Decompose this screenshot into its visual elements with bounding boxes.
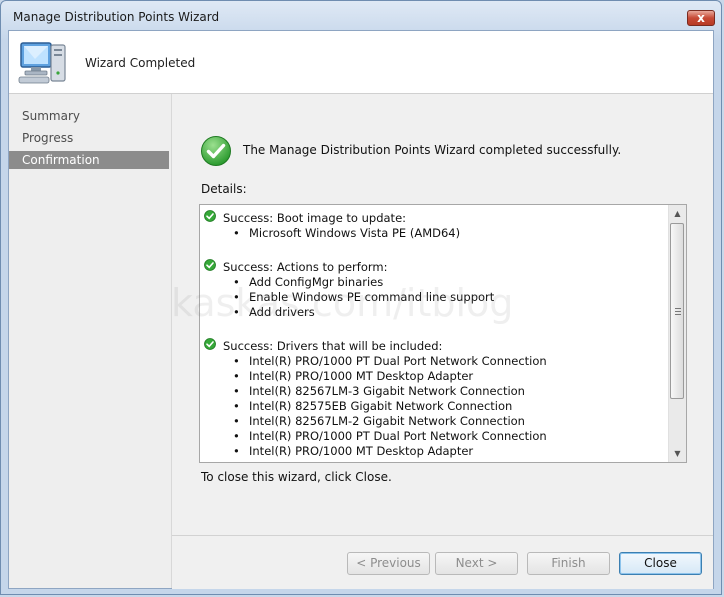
bullet: •: [233, 226, 240, 240]
wizard-client-area: Wizard Completed Summary Progress Confir…: [8, 30, 714, 589]
details-item: Intel(R) PRO/1000 MT Desktop Adapter: [249, 444, 474, 458]
title-bar: Manage Distribution Points Wizard x: [1, 1, 723, 31]
wizard-content: The Manage Distribution Points Wizard co…: [172, 94, 713, 535]
window-title: Manage Distribution Points Wizard: [13, 10, 220, 24]
grip-line: [675, 311, 681, 312]
bullet: •: [233, 275, 240, 289]
wizard-nav: Summary Progress Confirmation: [9, 94, 172, 588]
details-item: Intel(R) 82567LM-3 Gigabit Network Conne…: [249, 384, 525, 398]
details-content: Success: Boot image to update: • Microso…: [200, 205, 670, 462]
bullet: •: [233, 444, 240, 458]
nav-item-progress[interactable]: Progress: [9, 129, 169, 147]
details-item: Add drivers: [249, 305, 315, 319]
details-scrollbar[interactable]: ▲ ▼: [668, 205, 686, 462]
details-section-heading: Success: Actions to perform:: [223, 260, 388, 274]
bullet: •: [233, 354, 240, 368]
close-hint-text: To close this wizard, click Close.: [201, 470, 392, 484]
scroll-up-arrow-icon[interactable]: ▲: [669, 205, 686, 222]
details-label: Details:: [201, 182, 247, 196]
details-textbox[interactable]: Success: Boot image to update: • Microso…: [199, 204, 687, 463]
previous-button[interactable]: < Previous: [347, 552, 430, 575]
wizard-footer: < Previous Next > Finish Close: [172, 535, 713, 589]
computer-icon: [18, 42, 66, 84]
window-close-button[interactable]: x: [687, 10, 715, 26]
details-section-heading: Success: Boot image to update:: [223, 211, 407, 225]
bullet: •: [233, 305, 240, 319]
bullet: •: [233, 384, 240, 398]
wizard-header: Wizard Completed: [9, 31, 713, 94]
bullet: •: [233, 399, 240, 413]
success-small-icon: [204, 259, 216, 271]
scrollbar-thumb[interactable]: [670, 223, 684, 399]
close-button[interactable]: Close: [619, 552, 702, 575]
next-button[interactable]: Next >: [435, 552, 518, 575]
bullet: •: [233, 414, 240, 428]
success-small-icon: [204, 338, 216, 350]
grip-line: [675, 308, 681, 309]
details-section-heading: Success: Drivers that will be included:: [223, 339, 443, 353]
grip-line: [675, 314, 681, 315]
details-item: Microsoft Windows Vista PE (AMD64): [249, 226, 461, 240]
nav-item-confirmation[interactable]: Confirmation: [9, 151, 169, 169]
success-message: The Manage Distribution Points Wizard co…: [243, 143, 622, 157]
bullet: •: [233, 369, 240, 383]
wizard-window: Manage Distribution Points Wizard x Wiza…: [0, 0, 722, 595]
bullet: •: [233, 290, 240, 304]
scroll-down-arrow-icon[interactable]: ▼: [669, 445, 686, 462]
success-check-icon: [201, 136, 231, 166]
details-item: Add ConfigMgr binaries: [249, 275, 384, 289]
bullet: •: [233, 429, 240, 443]
header-title: Wizard Completed: [85, 56, 196, 70]
details-item: Intel(R) 82567LM-2 Gigabit Network Conne…: [249, 414, 525, 428]
details-item: Intel(R) PRO/1000 MT Desktop Adapter: [249, 369, 474, 383]
finish-button[interactable]: Finish: [527, 552, 610, 575]
details-item: Enable Windows PE command line support: [249, 290, 495, 304]
nav-item-summary[interactable]: Summary: [9, 107, 169, 125]
details-item: Intel(R) PRO/1000 PT Dual Port Network C…: [249, 429, 547, 443]
success-small-icon: [204, 210, 216, 222]
details-item: Intel(R) PRO/1000 PT Dual Port Network C…: [249, 354, 547, 368]
details-item: Intel(R) 82575EB Gigabit Network Connect…: [249, 399, 513, 413]
